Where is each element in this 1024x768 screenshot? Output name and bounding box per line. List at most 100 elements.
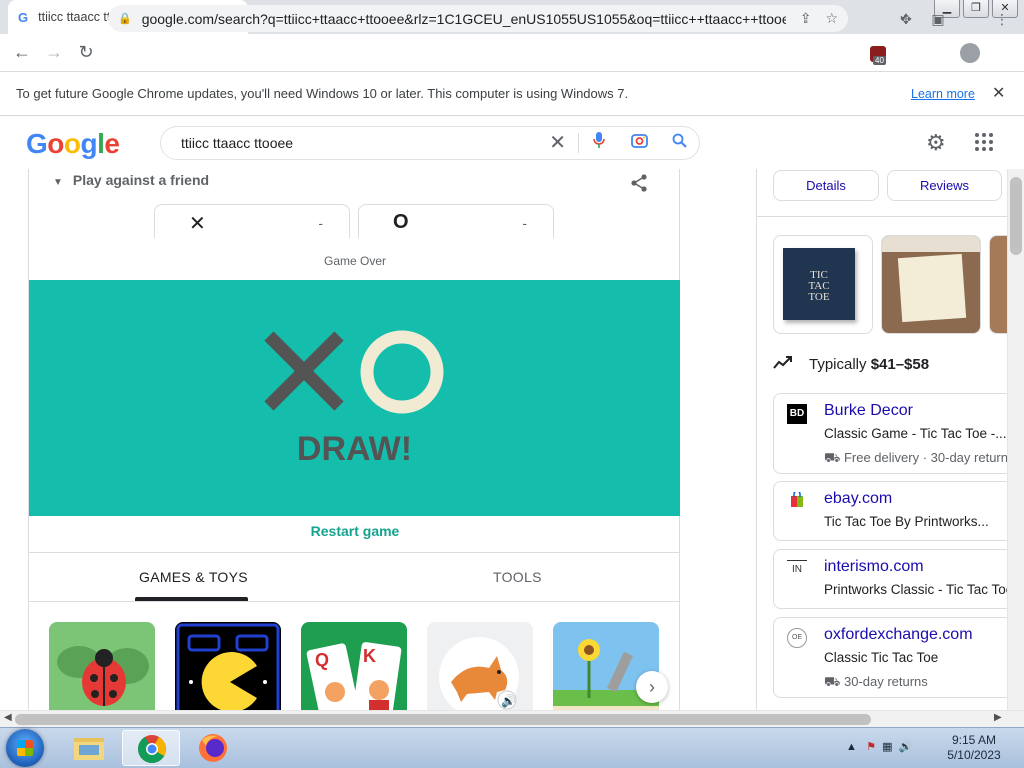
tray-expand-icon[interactable]: ▲ xyxy=(846,741,857,753)
taskbar-chrome[interactable] xyxy=(122,730,180,766)
action-center-flag-icon[interactable]: ⚑ xyxy=(866,741,876,753)
infobar-close-icon[interactable]: ✕ xyxy=(992,83,1005,103)
taskbar-clock[interactable]: 9:15 AM 5/10/2023 xyxy=(944,733,1004,763)
vertical-scroll-thumb[interactable] xyxy=(1010,177,1022,255)
o-score-value: - xyxy=(522,215,527,231)
lock-icon[interactable]: 🔒 xyxy=(118,12,132,25)
clock-time: 9:15 AM xyxy=(951,733,997,747)
volume-icon[interactable]: 🔊 xyxy=(899,741,913,753)
divider xyxy=(757,216,1007,217)
tic-tac-toe-box-art: TIC TAC TOE xyxy=(783,248,855,320)
taskbar-firefox[interactable] xyxy=(184,730,242,766)
details-chip[interactable]: Details xyxy=(773,170,879,201)
product-image-box[interactable]: TIC TAC TOE xyxy=(773,235,873,334)
side-panel-icon[interactable]: ▣ xyxy=(928,9,948,29)
tic-tac-toe-card: ▼ Play against a friend ✕ - O - Game Over… xyxy=(28,169,680,710)
seller-card[interactable]: IN interismo.com Printworks Classic - Ti… xyxy=(773,549,1007,609)
ebay-bag-icon xyxy=(787,490,807,512)
seller-product: Classic Game - Tic Tac Toe -... xyxy=(824,426,1007,441)
settings-gear-icon[interactable]: ⚙ xyxy=(926,130,946,156)
horizontal-scroll-thumb[interactable] xyxy=(15,714,871,725)
profile-avatar[interactable] xyxy=(960,43,980,63)
system-tray: ▲ ⚑ ▦ 🔊 xyxy=(846,740,912,753)
vertical-scrollbar[interactable] xyxy=(1007,169,1024,710)
cat-sound-tile[interactable]: 🔊 xyxy=(427,622,533,710)
search-submit-icon[interactable] xyxy=(659,133,699,153)
address-bar[interactable]: 🔒 google.com/search?q=ttiicc+ttaacc+ttoo… xyxy=(108,5,848,32)
restore-button[interactable]: ❐ xyxy=(963,0,989,18)
seller-shipping: ⛟ Free delivery · 30-day returns xyxy=(824,450,1007,465)
learn-more-link[interactable]: Learn more xyxy=(911,87,975,101)
seller-product: Classic Tic Tac Toe xyxy=(824,650,939,665)
search-box[interactable]: ttiicc ttaacc ttooee ✕ xyxy=(160,126,700,160)
start-button[interactable] xyxy=(6,729,44,767)
carousel-next-button[interactable]: › xyxy=(636,671,668,703)
forward-button[interactable]: → xyxy=(38,42,70,63)
player-o-score: O - xyxy=(358,204,554,238)
game-status: Game Over xyxy=(323,254,386,268)
tab-games-toys[interactable]: GAMES & TOYS xyxy=(139,569,248,585)
pac-man-icon xyxy=(176,623,280,710)
search-input[interactable]: ttiicc ttaacc ttooee xyxy=(181,135,537,151)
seller-card[interactable]: ebay.com Tic Tac Toe By Printworks... xyxy=(773,481,1007,541)
ladybug-icon xyxy=(57,646,149,706)
cat-icon: 🔊 xyxy=(439,637,519,710)
game-board[interactable]: DRAW! xyxy=(29,280,680,516)
restart-game-button[interactable]: Restart game xyxy=(29,523,681,539)
typical-price: Typically $41–$58 xyxy=(809,356,930,373)
back-button[interactable]: ← xyxy=(6,42,38,63)
product-image-partial[interactable] xyxy=(989,235,1007,334)
dropdown-triangle-icon: ▼ xyxy=(53,177,63,188)
svg-text:K: K xyxy=(363,646,376,666)
solitaire-game-tile[interactable]: Q K xyxy=(301,622,407,710)
seller-name[interactable]: Burke Decor xyxy=(824,402,913,420)
google-apps-icon[interactable] xyxy=(975,133,993,151)
svg-text:Q: Q xyxy=(315,650,329,670)
extensions-puzzle-icon[interactable]: ✥ xyxy=(896,9,916,29)
ladybug-game-tile[interactable] xyxy=(49,622,155,710)
google-favicon-icon: G xyxy=(18,9,29,25)
network-icon[interactable]: ▦ xyxy=(882,741,892,753)
price-trend-icon xyxy=(773,354,793,375)
seller-product: Printworks Classic - Tic Tac Toe xyxy=(824,582,1007,597)
draw-result-text: DRAW! xyxy=(296,430,413,468)
burke-decor-logo: BD xyxy=(787,404,807,424)
page-viewport: ▼ Play against a friend ✕ - O - Game Over… xyxy=(0,169,1007,710)
seller-card[interactable]: BD Burke Decor Classic Game - Tic Tac To… xyxy=(773,393,1007,474)
product-image-photo[interactable] xyxy=(881,235,981,334)
x-mark-icon: ✕ xyxy=(189,213,206,235)
update-infobar: To get future Google Chrome updates, you… xyxy=(0,71,1024,116)
bookmark-star-icon[interactable]: ☆ xyxy=(825,10,838,27)
share-page-icon[interactable]: ⇪ xyxy=(800,10,812,27)
share-icon[interactable] xyxy=(629,173,649,198)
scroll-left-arrow-icon[interactable]: ◀ xyxy=(4,712,12,723)
seller-name[interactable]: ebay.com xyxy=(824,490,892,508)
seller-card[interactable]: OE oxfordexchange.com Classic Tic Tac To… xyxy=(773,617,1007,698)
windows-taskbar: ▲ ⚑ ▦ 🔊 9:15 AM 5/10/2023 xyxy=(0,727,1024,768)
seller-name[interactable]: oxfordexchange.com xyxy=(824,626,973,644)
voice-search-icon[interactable] xyxy=(579,132,619,154)
seller-name[interactable]: interismo.com xyxy=(824,558,924,576)
taskbar-explorer[interactable] xyxy=(60,730,118,766)
scroll-right-arrow-icon[interactable]: ▶ xyxy=(994,712,1002,723)
chrome-menu-icon[interactable]: ⋮ xyxy=(992,9,1012,29)
oxford-exchange-logo: OE xyxy=(787,628,807,648)
clear-search-icon[interactable]: ✕ xyxy=(537,133,579,153)
game-mode-selector[interactable]: ▼ Play against a friend xyxy=(53,172,209,188)
pac-man-game-tile[interactable] xyxy=(175,622,281,710)
chrome-icon xyxy=(138,735,166,763)
google-logo[interactable]: Google xyxy=(26,128,120,160)
extension-badge-count: 40 xyxy=(873,56,886,65)
firefox-icon xyxy=(199,734,227,762)
horizontal-scrollbar[interactable]: ◀ ▶ xyxy=(0,710,1024,727)
divider xyxy=(29,552,680,553)
url-text[interactable]: google.com/search?q=ttiicc+ttaacc+ttooee… xyxy=(142,11,786,27)
draw-result-graphic xyxy=(264,330,444,414)
seller-returns: ⛟ 30-day returns xyxy=(824,674,928,689)
reviews-chip[interactable]: Reviews xyxy=(887,170,1002,201)
tab-tools[interactable]: TOOLS xyxy=(493,569,542,585)
lens-search-icon[interactable] xyxy=(619,133,659,153)
reload-button[interactable]: ↻ xyxy=(70,42,102,63)
svg-text:🔊: 🔊 xyxy=(501,693,516,708)
playing-cards-icon: Q K xyxy=(306,642,402,710)
